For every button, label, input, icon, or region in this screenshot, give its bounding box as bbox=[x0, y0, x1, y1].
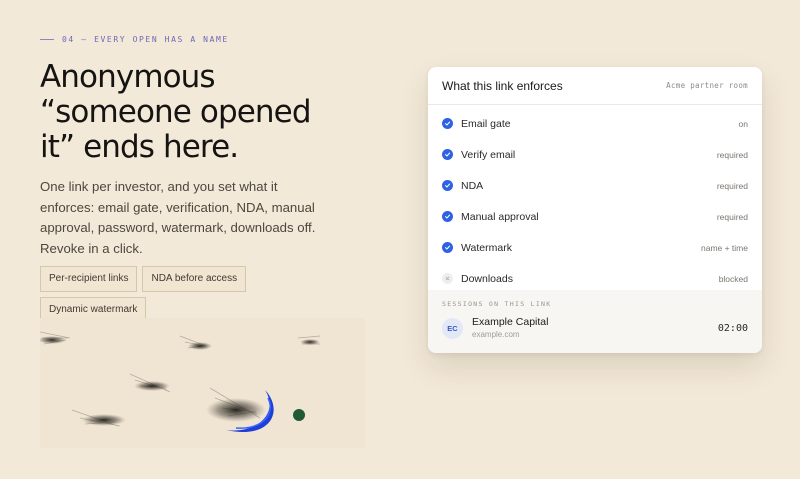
rule-value: required bbox=[716, 149, 748, 160]
rule-value: required bbox=[716, 180, 748, 191]
rule-row-manual-approval: Manual approval required bbox=[428, 201, 762, 232]
avatar: EC bbox=[442, 317, 463, 339]
feature-chips: Per-recipient links NDA before access Dy… bbox=[40, 266, 310, 323]
rule-label: Manual approval bbox=[461, 210, 539, 223]
rule-label: Email gate bbox=[461, 117, 511, 130]
session-domain: example.com bbox=[472, 330, 520, 339]
chip-per-recipient-links: Per-recipient links bbox=[40, 266, 138, 292]
sessions-label: SESSIONS ON THIS LINK bbox=[442, 300, 552, 308]
rule-value: on bbox=[738, 118, 748, 129]
section-headline: Anonymous “someone opened it” ends here. bbox=[40, 59, 312, 165]
eyebrow-text: 04 — EVERY OPEN HAS A NAME bbox=[62, 35, 229, 44]
check-icon bbox=[442, 242, 453, 253]
section-description: One link per investor, and you set what … bbox=[40, 179, 316, 256]
rule-label: Verify email bbox=[461, 148, 516, 161]
session-info: Example Capital example.com bbox=[472, 316, 718, 340]
rule-row-verify-email: Verify email required bbox=[428, 139, 762, 170]
rule-row-watermark: Watermark name + time bbox=[428, 232, 762, 263]
eyebrow-rule bbox=[40, 39, 54, 40]
x-icon bbox=[442, 273, 453, 284]
rule-list: Email gate on Verify email required NDA … bbox=[428, 105, 762, 294]
check-icon bbox=[442, 149, 453, 160]
section-eyebrow: 04 — EVERY OPEN HAS A NAME bbox=[40, 35, 229, 44]
card-header: What this link enforces Acme partner roo… bbox=[428, 67, 762, 105]
check-icon bbox=[442, 180, 453, 191]
rule-label: Watermark bbox=[461, 241, 512, 254]
check-icon bbox=[442, 211, 453, 222]
rule-label: Downloads bbox=[461, 272, 513, 285]
sessions-panel: SESSIONS ON THIS LINK EC Example Capital… bbox=[428, 290, 762, 353]
check-icon bbox=[442, 118, 453, 129]
session-row[interactable]: EC Example Capital example.com 02:00 bbox=[442, 316, 748, 340]
ink-splash-illustration bbox=[40, 331, 321, 432]
rule-value: name + time bbox=[700, 242, 748, 253]
rule-row-nda: NDA required bbox=[428, 170, 762, 201]
rule-value: blocked bbox=[718, 273, 748, 284]
session-name: Example Capital bbox=[472, 316, 549, 328]
rule-label: NDA bbox=[461, 179, 484, 192]
card-title: What this link enforces bbox=[442, 78, 563, 93]
decorative-ink-artwork bbox=[40, 318, 365, 448]
link-enforcement-card: What this link enforces Acme partner roo… bbox=[428, 67, 762, 353]
room-name: Acme partner room bbox=[666, 81, 748, 90]
chip-nda-before-access: NDA before access bbox=[142, 266, 247, 292]
rule-row-email-gate: Email gate on bbox=[428, 108, 762, 139]
rule-value: required bbox=[716, 211, 748, 222]
session-time: 02:00 bbox=[717, 322, 748, 334]
